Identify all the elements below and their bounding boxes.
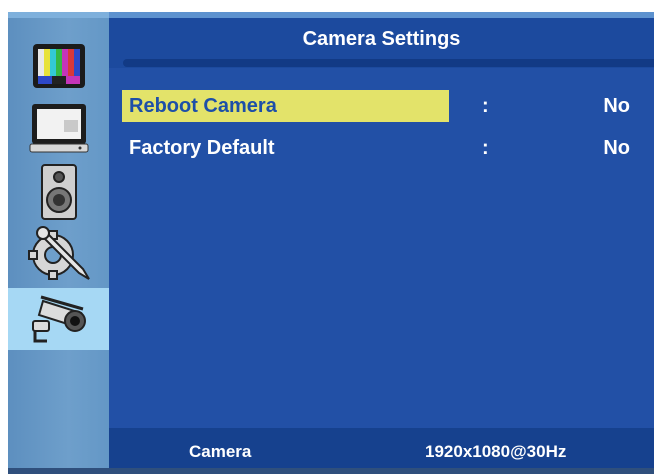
speaker-icon: [40, 164, 77, 220]
menu-item-value[interactable]: No: [603, 90, 630, 122]
camera-icon: [31, 295, 86, 343]
header-divider: [123, 59, 654, 67]
bottom-border: [8, 468, 654, 474]
status-section: Camera: [189, 442, 252, 461]
status-bar: Camera 1920x1080@30Hz: [109, 428, 654, 468]
header: Camera Settings: [109, 12, 654, 68]
sidebar-item-display[interactable]: [8, 98, 109, 158]
tools-icon: [27, 226, 90, 280]
page-title: Camera Settings: [302, 28, 461, 50]
sidebar-item-camera[interactable]: [8, 288, 109, 350]
menu-row-factory-default[interactable]: Factory Default : No: [122, 132, 640, 164]
status-resolution: 1920x1080@30Hz: [425, 442, 567, 461]
monitor-icon: [29, 104, 88, 153]
osd-screen: Camera Settings Reboot Camera : No Facto…: [8, 12, 654, 474]
menu-item-label: Reboot Camera: [122, 90, 449, 122]
menu-item-label: Factory Default: [129, 137, 275, 159]
picture-icon: [32, 44, 85, 88]
menu-item-separator: :: [482, 95, 489, 117]
menu-item-value[interactable]: No: [603, 132, 630, 164]
sidebar-item-setup[interactable]: [8, 224, 109, 284]
sidebar-item-picture[interactable]: [8, 36, 109, 96]
header-stripe: [109, 12, 654, 18]
menu-row-reboot-camera[interactable]: Reboot Camera : No: [122, 90, 640, 122]
sidebar: [8, 12, 109, 468]
menu-item-separator: :: [482, 137, 489, 159]
sidebar-item-audio[interactable]: [8, 162, 109, 222]
